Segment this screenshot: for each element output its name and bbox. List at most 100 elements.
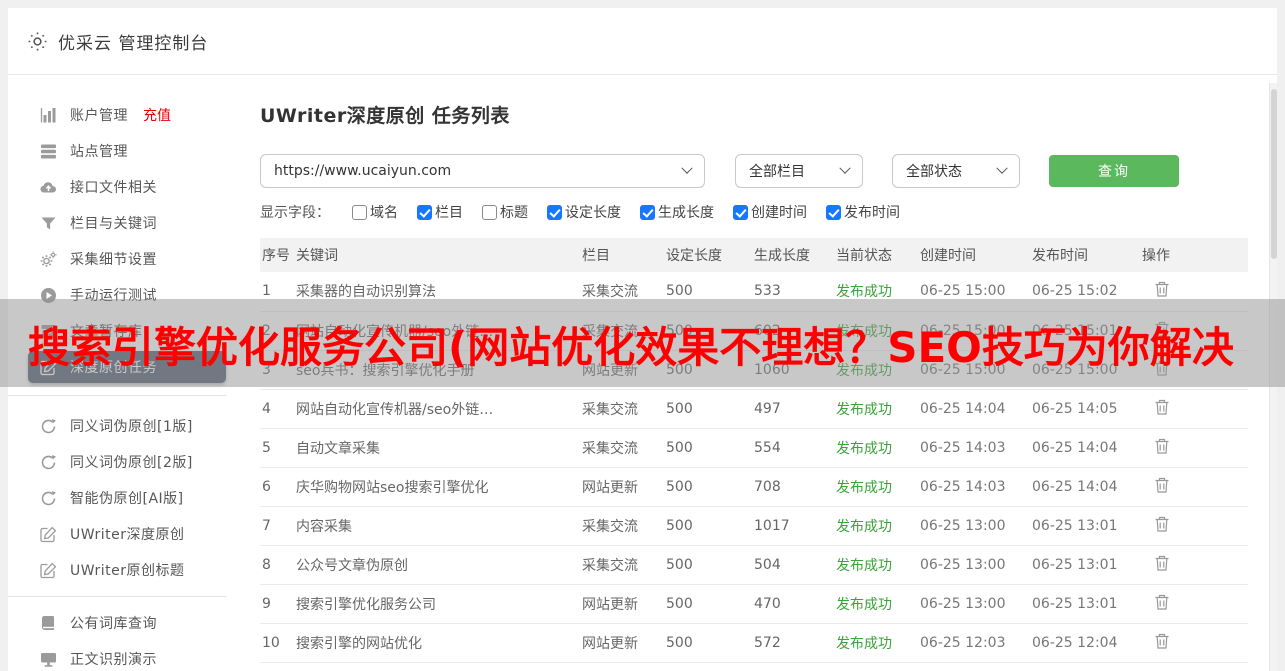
row-status: 发布成功 (834, 428, 918, 467)
sidebar-item-uwriter-original-title[interactable]: UWriter原创标题 (8, 552, 252, 588)
row-gen-length: 504 (752, 545, 834, 584)
row-set-length: 500 (664, 506, 752, 545)
sidebar-item-label: 同义词伪原创[1版] (70, 416, 193, 436)
row-keyword: 庆华购物网站seo搜索引擎优化 (294, 467, 580, 506)
row-keyword: 搜索引擎的网站优化 (294, 623, 580, 662)
sidebar-item-interface-files[interactable]: 接口文件相关 (8, 169, 252, 205)
row-set-length: 500 (664, 389, 752, 428)
column-select[interactable]: 全部栏目 (735, 154, 863, 188)
sidebar-item-collection-settings[interactable]: 采集细节设置 (8, 241, 252, 277)
checkbox-checked-icon (640, 205, 655, 220)
sidebar-divider (8, 596, 226, 597)
trash-icon[interactable] (1154, 398, 1170, 416)
row-published: 06-25 13:01 (1030, 506, 1140, 545)
row-created: 06-25 14:03 (918, 467, 1030, 506)
trash-icon[interactable] (1154, 437, 1170, 455)
row-status: 发布成功 (834, 467, 918, 506)
row-column: 网站更新 (580, 623, 664, 662)
checkbox-checked-icon (826, 205, 841, 220)
row-index: 4 (260, 389, 294, 428)
column-select-value: 全部栏目 (749, 161, 805, 181)
chevron-down-icon (996, 163, 1007, 174)
filter-row: https://www.ucaiyun.com 全部栏目 全部状态 查询 (260, 154, 1277, 188)
trash-icon[interactable] (1154, 593, 1170, 611)
field-checkbox-set-length[interactable]: 设定长度 (547, 202, 621, 222)
chevron-down-icon (839, 163, 850, 174)
recharge-badge[interactable]: 充值 (143, 105, 171, 125)
row-gen-length: 470 (752, 584, 834, 623)
settings-gear-icon (28, 32, 47, 51)
col-header-gen-length: 生成长度 (752, 238, 834, 272)
row-keyword: 内容采集 (294, 506, 580, 545)
row-set-length: 500 (664, 428, 752, 467)
row-column: 采集交流 (580, 428, 664, 467)
sidebar-item-label: 公有词库查询 (70, 613, 157, 633)
row-created: 06-25 13:00 (918, 584, 1030, 623)
sidebar-item-columns-keywords[interactable]: 栏目与关键词 (8, 205, 252, 241)
row-actions (1140, 389, 1248, 428)
edit-icon (40, 562, 57, 579)
table-row: 6 庆华购物网站seo搜索引擎优化 网站更新 500 708 发布成功 06-2… (260, 467, 1248, 506)
bar-chart-icon (40, 107, 57, 124)
field-checkbox-gen-length[interactable]: 生成长度 (640, 202, 714, 222)
row-status: 发布成功 (834, 506, 918, 545)
trash-icon[interactable] (1154, 280, 1170, 298)
field-checkbox-column[interactable]: 栏目 (417, 202, 463, 222)
row-published: 06-25 14:05 (1030, 389, 1140, 428)
site-select[interactable]: https://www.ucaiyun.com (260, 154, 705, 188)
row-created: 06-25 14:03 (918, 428, 1030, 467)
field-checkbox-created-time[interactable]: 创建时间 (733, 202, 807, 222)
sidebar-item-public-dictionary-query[interactable]: 公有词库查询 (8, 605, 252, 641)
gears-icon (40, 251, 57, 268)
refresh-icon (40, 490, 57, 507)
sidebar-item-content-recognition-demo[interactable]: 正文识别演示 (8, 641, 252, 671)
sidebar-item-label: 接口文件相关 (70, 177, 157, 197)
table-row: 9 搜索引擎优化服务公司 网站更新 500 470 发布成功 06-25 13:… (260, 584, 1248, 623)
sidebar-divider (8, 395, 226, 396)
row-status: 发布成功 (834, 545, 918, 584)
field-checkbox-domain[interactable]: 域名 (352, 202, 398, 222)
row-created: 06-25 13:00 (918, 545, 1030, 584)
row-actions (1140, 506, 1248, 545)
status-select[interactable]: 全部状态 (892, 154, 1020, 188)
search-button[interactable]: 查询 (1049, 155, 1179, 187)
sidebar-item-label: UWriter深度原创 (70, 524, 184, 544)
sidebar-item-label: 采集细节设置 (70, 249, 157, 269)
row-published: 06-25 13:01 (1030, 584, 1140, 623)
fields-label: 显示字段： (260, 202, 330, 222)
sidebar-item-uwriter-deep-original[interactable]: UWriter深度原创 (8, 516, 252, 552)
scrollbar-thumb[interactable] (1271, 89, 1277, 259)
row-column: 采集交流 (580, 545, 664, 584)
sidebar-item-ai-rewrite[interactable]: 智能伪原创[AI版] (8, 480, 252, 516)
row-gen-length: 554 (752, 428, 834, 467)
sidebar-item-account-management[interactable]: 账户管理 充值 (8, 97, 252, 133)
row-actions (1140, 584, 1248, 623)
field-checkbox-title[interactable]: 标题 (482, 202, 528, 222)
col-header-set-length: 设定长度 (664, 238, 752, 272)
row-gen-length: 572 (752, 623, 834, 662)
sidebar-item-synonym-rewrite-v2[interactable]: 同义词伪原创[2版] (8, 444, 252, 480)
trash-icon[interactable] (1154, 476, 1170, 494)
row-published: 06-25 14:04 (1030, 428, 1140, 467)
row-published: 06-25 12:04 (1030, 623, 1140, 662)
row-index: 10 (260, 623, 294, 662)
sidebar-item-site-management[interactable]: 站点管理 (8, 133, 252, 169)
row-set-length: 500 (664, 584, 752, 623)
sidebar-item-synonym-rewrite-v1[interactable]: 同义词伪原创[1版] (8, 408, 252, 444)
sidebar-item-label: 同义词伪原创[2版] (70, 452, 193, 472)
row-status: 发布成功 (834, 389, 918, 428)
field-checkbox-publish-time[interactable]: 发布时间 (826, 202, 900, 222)
table-row: 10 搜索引擎的网站优化 网站更新 500 572 发布成功 06-25 12:… (260, 623, 1248, 662)
site-select-value: https://www.ucaiyun.com (274, 163, 451, 179)
table-row: 5 自动文章采集 采集交流 500 554 发布成功 06-25 14:03 0… (260, 428, 1248, 467)
table-row: 7 内容采集 采集交流 500 1017 发布成功 06-25 13:00 06… (260, 506, 1248, 545)
row-index: 6 (260, 467, 294, 506)
row-set-length: 500 (664, 623, 752, 662)
trash-icon[interactable] (1154, 632, 1170, 650)
trash-icon[interactable] (1154, 515, 1170, 533)
row-keyword: 网站自动化宣传机器/seo外链… (294, 389, 580, 428)
checkbox-checked-icon (733, 205, 748, 220)
row-created: 06-25 13:00 (918, 506, 1030, 545)
refresh-icon (40, 418, 57, 435)
trash-icon[interactable] (1154, 554, 1170, 572)
